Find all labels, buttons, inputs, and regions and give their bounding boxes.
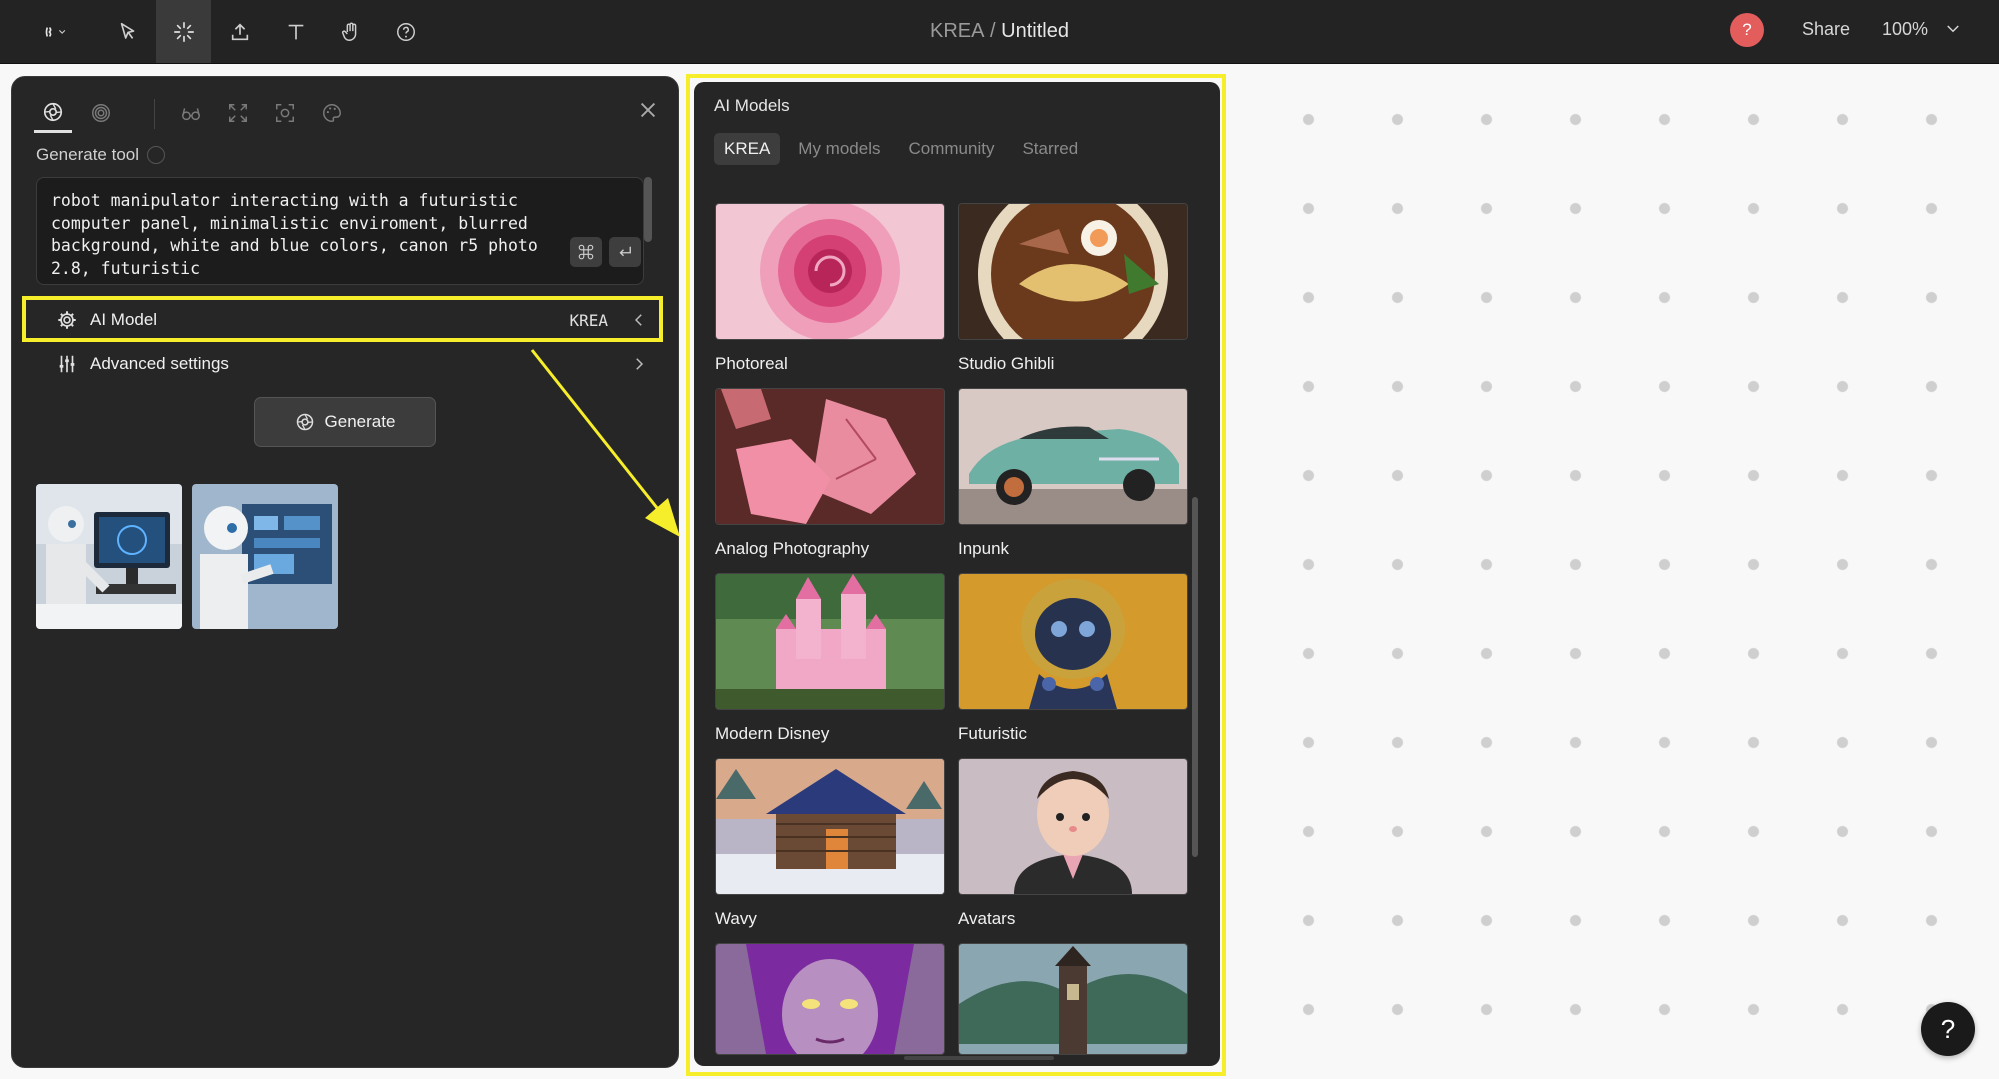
- top-bar: KREA / Untitled ? Share 100%: [0, 0, 1999, 64]
- zoom-level[interactable]: 100%: [1882, 19, 1928, 40]
- aperture-icon: [43, 102, 63, 121]
- tab-glasses[interactable]: [172, 93, 210, 133]
- text-tool-button[interactable]: [268, 0, 323, 63]
- generate-tool-title: Generate tool: [36, 145, 140, 164]
- breadcrumb-app[interactable]: KREA: [930, 20, 984, 43]
- tab-divider: [154, 99, 155, 129]
- tab-spiral[interactable]: [82, 93, 120, 133]
- advanced-settings-label: Advanced settings: [90, 354, 229, 373]
- expand-icon: [229, 104, 247, 122]
- generate-tool-button[interactable]: [156, 0, 211, 63]
- share-button[interactable]: Share: [1802, 19, 1850, 40]
- generate-button[interactable]: Generate: [254, 397, 436, 447]
- krea-menu-button[interactable]: [20, 0, 90, 63]
- breadcrumb-separator: /: [984, 20, 1002, 42]
- tab-generate[interactable]: [34, 93, 72, 133]
- select-tool-button[interactable]: [100, 0, 155, 63]
- enter-key-button[interactable]: [609, 237, 641, 267]
- aperture-icon: [296, 413, 313, 431]
- palette-icon: [323, 104, 341, 122]
- enter-return-icon: [619, 246, 631, 257]
- command-icon: [578, 244, 594, 260]
- sliders-icon: [59, 355, 75, 373]
- generate-sparkle-icon: [173, 21, 194, 42]
- select-arrow-icon: [120, 22, 134, 39]
- chevron-right-icon: [636, 358, 644, 370]
- generate-tool-label: Generate tool: [36, 145, 166, 165]
- document-title[interactable]: Untitled: [1001, 20, 1069, 43]
- tab-expand[interactable]: [219, 93, 257, 133]
- prompt-scrollbar[interactable]: [644, 177, 652, 242]
- ai-model-highlight-box: [22, 296, 663, 342]
- command-key-button[interactable]: [570, 237, 602, 267]
- generate-panel: Generate tool robot manipulator interact…: [11, 76, 679, 1068]
- prompt-textarea[interactable]: robot manipulator interacting with a fut…: [36, 177, 644, 285]
- help-circle-icon: [396, 22, 415, 41]
- canvas-dot-grid[interactable]: [1224, 63, 1999, 1079]
- text-icon: [288, 24, 303, 39]
- help-floating-button[interactable]: ?: [1921, 1002, 1975, 1056]
- avatar[interactable]: ?: [1730, 13, 1764, 47]
- tool-tabs: [34, 93, 654, 137]
- tab-palette[interactable]: [313, 93, 351, 133]
- upload-icon: [231, 22, 248, 40]
- info-icon[interactable]: [147, 146, 166, 164]
- glasses-icon: [182, 108, 200, 121]
- tab-focus[interactable]: [266, 93, 304, 133]
- help-button[interactable]: [378, 0, 433, 63]
- generated-thumbnail-2[interactable]: [192, 484, 338, 629]
- generated-thumbnail-1[interactable]: [36, 484, 182, 629]
- generate-label: Generate: [324, 412, 396, 431]
- hand-icon: [341, 22, 356, 41]
- spiral-icon: [92, 104, 110, 122]
- ai-models-highlight-box: [686, 74, 1226, 1076]
- krea-logo-icon: [45, 26, 66, 37]
- chevron-down-icon[interactable]: [1944, 20, 1962, 38]
- advanced-settings-row[interactable]: Advanced settings: [36, 342, 666, 386]
- hand-tool-button[interactable]: [323, 0, 378, 63]
- focus-frame-icon: [276, 104, 294, 122]
- upload-button[interactable]: [212, 0, 267, 63]
- close-icon[interactable]: [637, 99, 659, 121]
